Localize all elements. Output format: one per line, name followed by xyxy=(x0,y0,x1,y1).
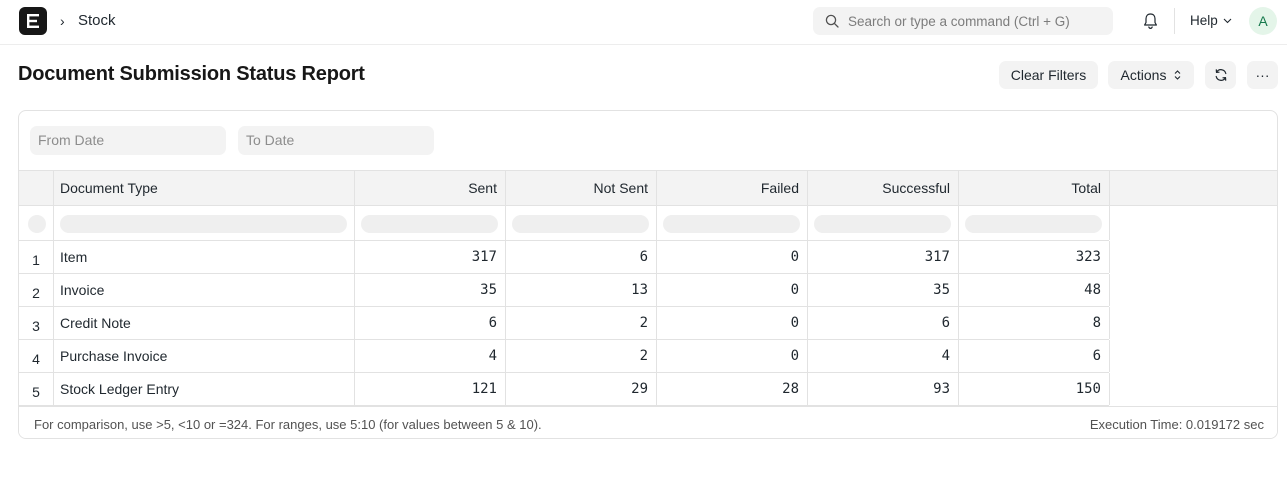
cell-failed[interactable]: 28 xyxy=(656,373,807,405)
cell-total[interactable]: 8 xyxy=(958,307,1109,339)
refresh-icon xyxy=(1215,69,1226,81)
column-header-sent[interactable]: Sent xyxy=(354,171,505,205)
app-logo-icon[interactable] xyxy=(19,7,47,35)
cell-document-type[interactable]: Credit Note xyxy=(53,307,354,339)
to-date-field[interactable]: To Date xyxy=(238,126,434,155)
row-index: 2 xyxy=(32,285,40,301)
filter-input-total[interactable] xyxy=(965,215,1102,233)
filter-input-document-type[interactable] xyxy=(60,215,347,233)
cell-successful[interactable]: 4 xyxy=(807,340,958,372)
cell-total[interactable]: 6 xyxy=(958,340,1109,372)
search-icon xyxy=(825,14,839,28)
column-header-total[interactable]: Total xyxy=(958,171,1109,205)
cell-failed[interactable]: 0 xyxy=(656,307,807,339)
navbar-divider xyxy=(1174,8,1175,34)
cell-failed[interactable]: 0 xyxy=(656,241,807,273)
cell-successful[interactable]: 317 xyxy=(807,241,958,273)
filter-input-not-sent[interactable] xyxy=(512,215,649,233)
page-title: Document Submission Status Report xyxy=(18,63,365,85)
cell-total[interactable]: 323 xyxy=(958,241,1109,273)
cell-sent[interactable]: 35 xyxy=(354,274,505,306)
more-options-button[interactable]: ··· xyxy=(1247,61,1278,89)
help-label: Help xyxy=(1190,13,1218,28)
select-updown-icon xyxy=(1175,70,1181,80)
filter-input-sent[interactable] xyxy=(361,215,498,233)
cell-not-sent[interactable]: 29 xyxy=(505,373,656,405)
row-select-filter[interactable] xyxy=(28,215,46,233)
cell-not-sent[interactable]: 2 xyxy=(505,307,656,339)
clear-filters-button[interactable]: Clear Filters xyxy=(999,61,1098,89)
search-input[interactable]: Search or type a command (Ctrl + G) xyxy=(848,14,1070,29)
column-header-not-sent[interactable]: Not Sent xyxy=(505,171,656,205)
cell-total[interactable]: 150 xyxy=(958,373,1109,405)
cell-document-type[interactable]: Item xyxy=(53,241,354,273)
from-date-field[interactable]: From Date xyxy=(30,126,226,155)
search-bar[interactable]: Search or type a command (Ctrl + G) xyxy=(813,7,1113,35)
report-footer: For comparison, use >5, <10 or =324. For… xyxy=(19,406,1277,438)
table-row[interactable]: 3 Credit Note 6 2 0 6 8 xyxy=(19,307,1110,340)
cell-failed[interactable]: 0 xyxy=(656,340,807,372)
report-card: From Date To Date Document Type Sent Not… xyxy=(18,110,1278,439)
row-index: 1 xyxy=(32,252,40,268)
cell-successful[interactable]: 93 xyxy=(807,373,958,405)
refresh-button[interactable] xyxy=(1205,61,1236,89)
column-header-successful[interactable]: Successful xyxy=(807,171,958,205)
cell-document-type[interactable]: Stock Ledger Entry xyxy=(53,373,354,405)
table-row[interactable]: 1 Item 317 6 0 317 323 xyxy=(19,241,1110,274)
cell-successful[interactable]: 6 xyxy=(807,307,958,339)
row-index: 5 xyxy=(32,384,40,400)
cell-sent[interactable]: 121 xyxy=(354,373,505,405)
navbar: › Stock Search or type a command (Ctrl +… xyxy=(0,0,1287,45)
cell-sent[interactable]: 4 xyxy=(354,340,505,372)
filter-hint-text: For comparison, use >5, <10 or =324. For… xyxy=(34,417,542,432)
user-avatar[interactable]: A xyxy=(1249,7,1277,35)
cell-document-type[interactable]: Purchase Invoice xyxy=(53,340,354,372)
cell-not-sent[interactable]: 13 xyxy=(505,274,656,306)
filter-input-successful[interactable] xyxy=(814,215,951,233)
cell-document-type[interactable]: Invoice xyxy=(53,274,354,306)
table-row[interactable]: 5 Stock Ledger Entry 121 29 28 93 150 xyxy=(19,373,1110,406)
cell-not-sent[interactable]: 2 xyxy=(505,340,656,372)
column-header-failed[interactable]: Failed xyxy=(656,171,807,205)
column-header-document-type[interactable]: Document Type xyxy=(53,171,354,205)
cell-sent[interactable]: 317 xyxy=(354,241,505,273)
cell-sent[interactable]: 6 xyxy=(354,307,505,339)
execution-time-text: Execution Time: 0.019172 sec xyxy=(1089,417,1264,432)
breadcrumb-separator-icon: › xyxy=(60,13,65,29)
row-index: 4 xyxy=(32,351,40,367)
chevron-down-icon xyxy=(1223,18,1232,23)
help-dropdown[interactable]: Help xyxy=(1190,13,1232,28)
row-index: 3 xyxy=(32,318,40,334)
table-row[interactable]: 4 Purchase Invoice 4 2 0 4 6 xyxy=(19,340,1110,373)
cell-not-sent[interactable]: 6 xyxy=(505,241,656,273)
actions-dropdown-button[interactable]: Actions xyxy=(1108,61,1194,89)
cell-successful[interactable]: 35 xyxy=(807,274,958,306)
filter-input-failed[interactable] xyxy=(663,215,800,233)
actions-label: Actions xyxy=(1120,67,1167,83)
notifications-bell-icon[interactable] xyxy=(1142,12,1159,33)
column-filter-row xyxy=(19,206,1110,241)
cell-total[interactable]: 48 xyxy=(958,274,1109,306)
breadcrumb-stock[interactable]: Stock xyxy=(78,12,116,29)
table-header-row: Document Type Sent Not Sent Failed Succe… xyxy=(19,170,1277,206)
table-row[interactable]: 2 Invoice 35 13 0 35 48 xyxy=(19,274,1110,307)
cell-failed[interactable]: 0 xyxy=(656,274,807,306)
